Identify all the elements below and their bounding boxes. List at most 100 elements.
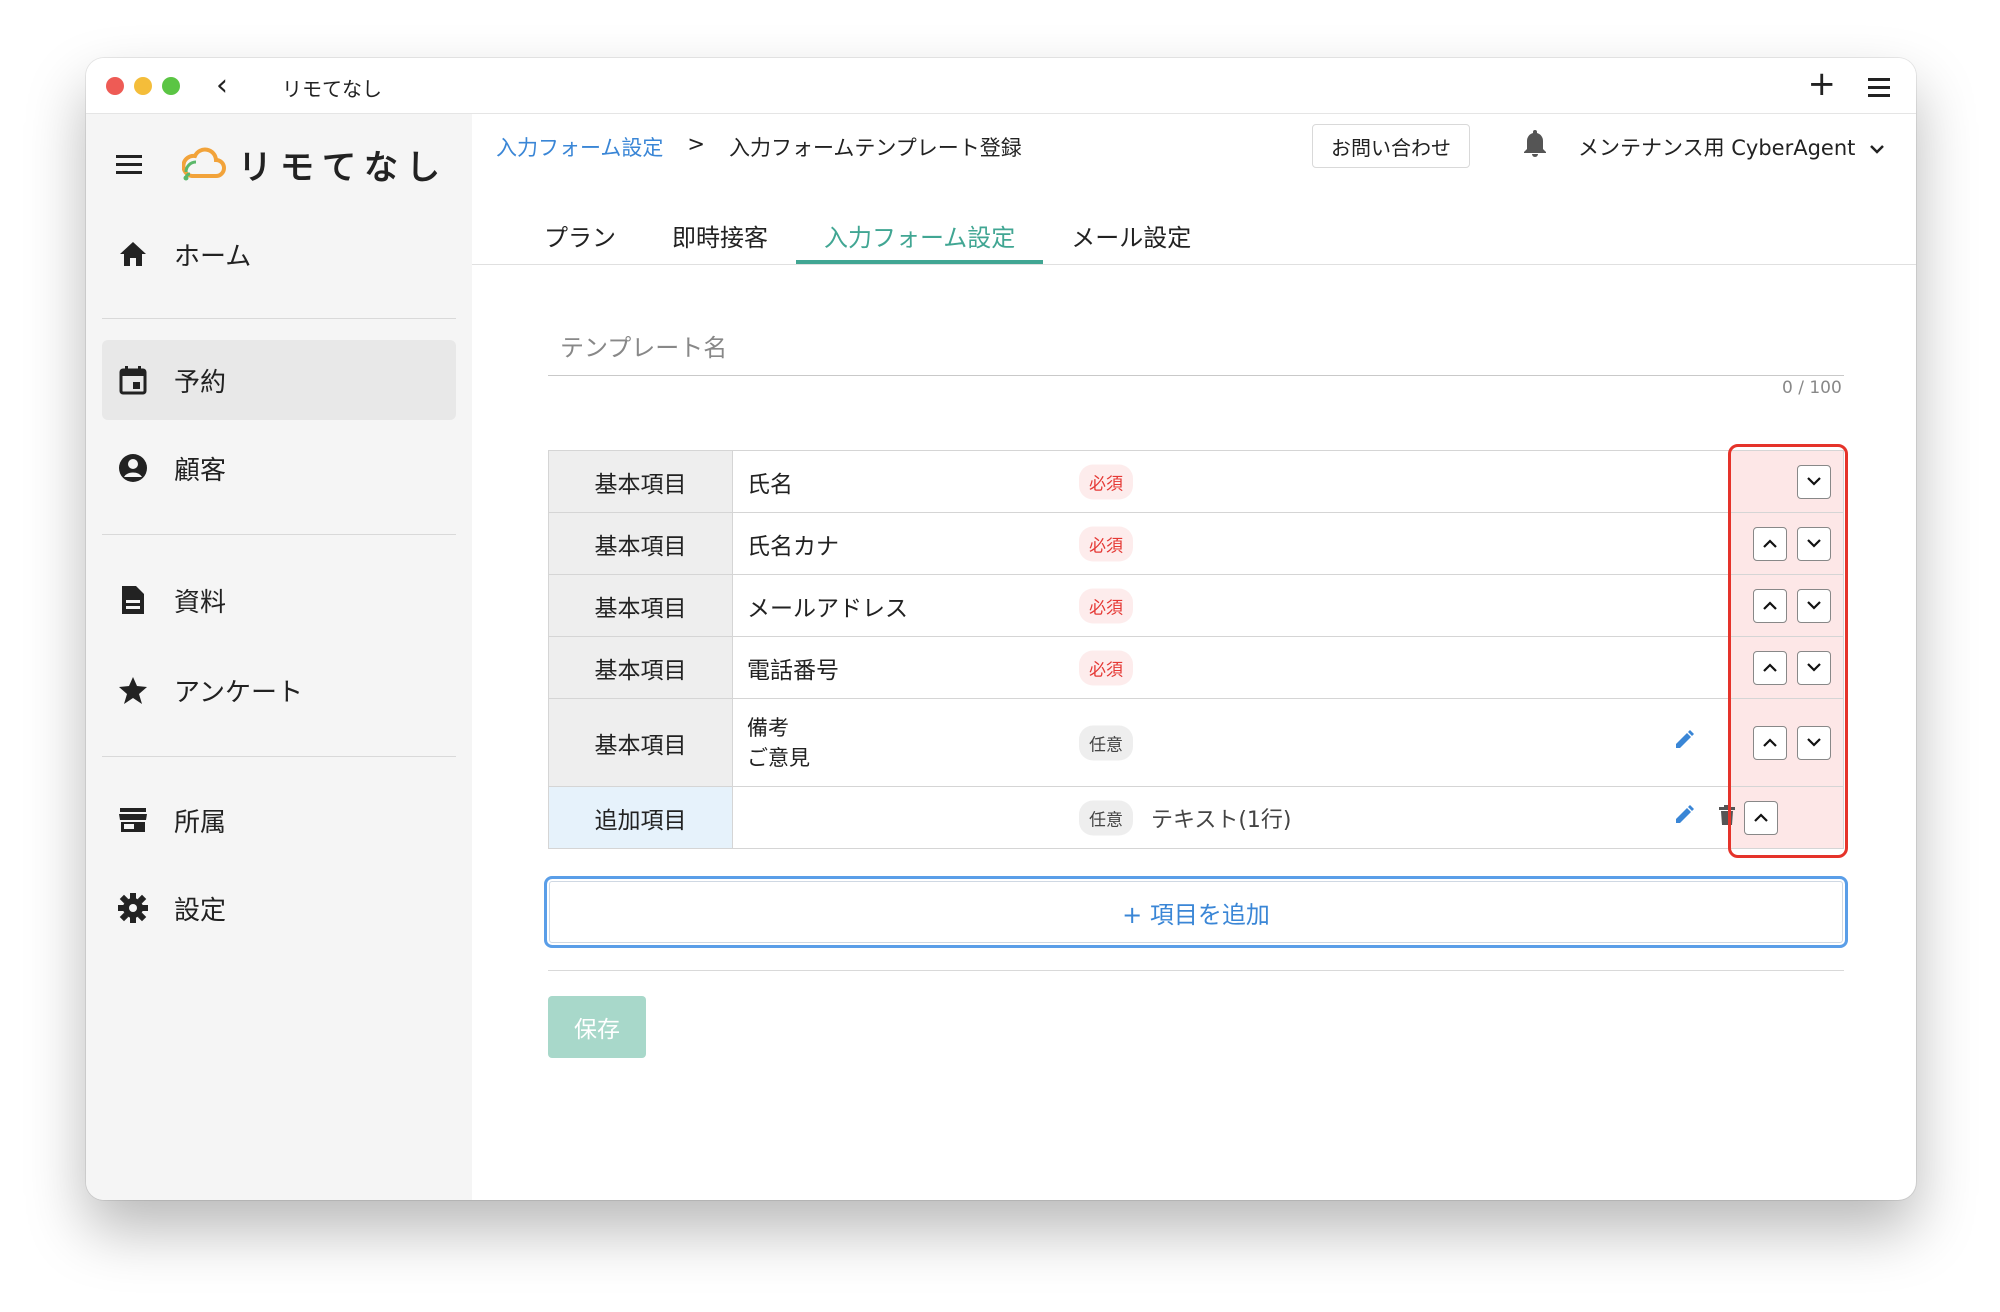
sidebar-toggle-icon[interactable] xyxy=(116,150,142,179)
add-field-button[interactable]: + 項目を追加 xyxy=(544,876,1848,948)
field-name: メールアドレス xyxy=(747,595,908,622)
sidebar-item-settings[interactable]: 設定 xyxy=(102,868,456,948)
optional-badge: 任意 xyxy=(1079,800,1133,835)
minimize-window-button[interactable] xyxy=(134,77,152,95)
chevron-up-icon xyxy=(1763,738,1777,747)
sidebar-item-label: ホーム xyxy=(174,241,252,272)
sidebar-item-label: 所属 xyxy=(174,807,227,838)
sidebar-item-customers[interactable]: 顧客 xyxy=(102,428,456,508)
sidebar-item-home[interactable]: ホーム xyxy=(102,214,456,294)
pencil-icon[interactable] xyxy=(1673,804,1695,832)
chevron-down-icon xyxy=(1807,539,1821,548)
home-icon xyxy=(116,237,150,271)
move-down-button[interactable] xyxy=(1797,588,1831,623)
character-counter: 0 / 100 xyxy=(1782,378,1842,398)
bell-icon[interactable] xyxy=(1522,128,1548,162)
field-category: 基本項目 xyxy=(548,698,733,787)
field-name: 備考 ご意見 xyxy=(747,713,1729,773)
save-button[interactable]: 保存 xyxy=(548,996,646,1058)
user-menu[interactable]: メンテナンス用 CyberAgent xyxy=(1578,132,1885,162)
table-row: 追加項目 任意 テキスト(1行) xyxy=(548,786,1844,849)
move-down-button[interactable] xyxy=(1797,725,1831,760)
tab-instant-service[interactable]: 即時接客 xyxy=(644,208,796,262)
field-category: 基本項目 xyxy=(548,636,733,699)
field-name-line: 備考 xyxy=(747,715,789,740)
chevron-down-icon xyxy=(1869,135,1885,159)
breadcrumb-separator: > xyxy=(687,132,705,156)
field-name: 電話番号 xyxy=(747,657,839,684)
field-category: 基本項目 xyxy=(548,450,733,513)
calendar-icon xyxy=(116,363,150,397)
cloud-signal-icon xyxy=(181,142,226,186)
breadcrumb: 入力フォーム設定 > 入力フォームテンプレート登録 xyxy=(496,132,1022,162)
zoom-window-button[interactable] xyxy=(162,77,180,95)
order-controls xyxy=(1729,574,1844,637)
field-name: 氏名カナ xyxy=(747,533,839,560)
field-cell: 氏名カナ 必須 xyxy=(732,512,1730,575)
optional-badge: 任意 xyxy=(1079,725,1133,760)
menu-icon[interactable] xyxy=(1868,78,1890,102)
sidebar-item-documents[interactable]: 資料 xyxy=(102,560,456,640)
form-divider xyxy=(548,970,1844,971)
field-cell: メールアドレス 必須 xyxy=(732,574,1730,637)
move-up-button[interactable] xyxy=(1753,650,1787,685)
table-row: 基本項目 氏名カナ 必須 xyxy=(548,512,1844,575)
trash-icon[interactable] xyxy=(1718,804,1736,832)
move-down-button[interactable] xyxy=(1797,650,1831,685)
field-category: 追加項目 xyxy=(548,786,733,849)
user-name: メンテナンス用 CyberAgent xyxy=(1578,136,1856,160)
sidebar: リモてなし ホーム 予約 顧客 資料 アンケート 所属 設定 xyxy=(86,114,472,1200)
chevron-down-icon xyxy=(1807,477,1821,486)
move-up-button[interactable] xyxy=(1753,588,1787,623)
sidebar-divider xyxy=(102,534,456,535)
form-fields-table: 基本項目 氏名 必須 基本項目 氏名カナ 必須 基本項目 メールアドレス 必須 … xyxy=(548,450,1844,849)
chevron-up-icon xyxy=(1763,601,1777,610)
chevron-down-icon xyxy=(1807,601,1821,610)
sidebar-item-label: 予約 xyxy=(174,367,227,398)
logo-text: リモてなし xyxy=(238,147,448,188)
chevron-down-icon xyxy=(1807,663,1821,672)
sidebar-item-affiliation[interactable]: 所属 xyxy=(102,780,456,860)
sidebar-item-reservation[interactable]: 予約 xyxy=(102,340,456,420)
chevron-down-icon xyxy=(1807,738,1821,747)
field-cell: 電話番号 必須 xyxy=(732,636,1730,699)
move-down-button[interactable] xyxy=(1797,526,1831,561)
template-name-input[interactable] xyxy=(548,320,1844,376)
chevron-up-icon xyxy=(1754,813,1768,822)
tab-plan[interactable]: プラン xyxy=(516,208,644,262)
back-icon[interactable]: ‹ xyxy=(216,68,228,103)
star-icon xyxy=(116,673,150,707)
move-up-button[interactable] xyxy=(1753,725,1787,760)
tabs-divider xyxy=(472,264,1916,265)
move-up-button[interactable] xyxy=(1744,800,1778,835)
required-badge: 必須 xyxy=(1079,650,1133,685)
order-controls xyxy=(1729,698,1844,787)
sidebar-item-label: 資料 xyxy=(174,587,227,618)
order-controls xyxy=(1729,512,1844,575)
pencil-icon[interactable] xyxy=(1673,729,1695,757)
breadcrumb-link[interactable]: 入力フォーム設定 xyxy=(496,132,663,162)
sidebar-item-survey[interactable]: アンケート xyxy=(102,650,456,730)
breadcrumb-current: 入力フォームテンプレート登録 xyxy=(728,136,1022,160)
sidebar-divider xyxy=(102,318,456,319)
tab-input-form-settings[interactable]: 入力フォーム設定 xyxy=(796,208,1044,264)
app-window: ‹ リモてなし + リモてなし ホーム 予約 顧客 資料 アンケート 所属 設定… xyxy=(86,58,1916,1200)
chevron-up-icon xyxy=(1763,539,1777,548)
field-name: 氏名 xyxy=(747,471,793,498)
account-icon xyxy=(116,451,150,485)
move-down-button[interactable] xyxy=(1797,464,1831,499)
contact-button[interactable]: お問い合わせ xyxy=(1312,124,1470,168)
sidebar-item-label: アンケート xyxy=(174,677,303,708)
chevron-up-icon xyxy=(1763,663,1777,672)
table-row: 基本項目 メールアドレス 必須 xyxy=(548,574,1844,637)
new-tab-icon[interactable]: + xyxy=(1808,64,1837,104)
required-badge: 必須 xyxy=(1079,464,1133,499)
field-category: 基本項目 xyxy=(548,574,733,637)
field-name-line: ご意見 xyxy=(747,745,810,770)
field-cell: 備考 ご意見 任意 xyxy=(732,698,1730,787)
field-cell: 氏名 必須 xyxy=(732,450,1730,513)
tab-mail-settings[interactable]: メール設定 xyxy=(1043,208,1219,262)
logo-row: リモてなし xyxy=(116,134,448,194)
close-window-button[interactable] xyxy=(106,77,124,95)
move-up-button[interactable] xyxy=(1753,526,1787,561)
